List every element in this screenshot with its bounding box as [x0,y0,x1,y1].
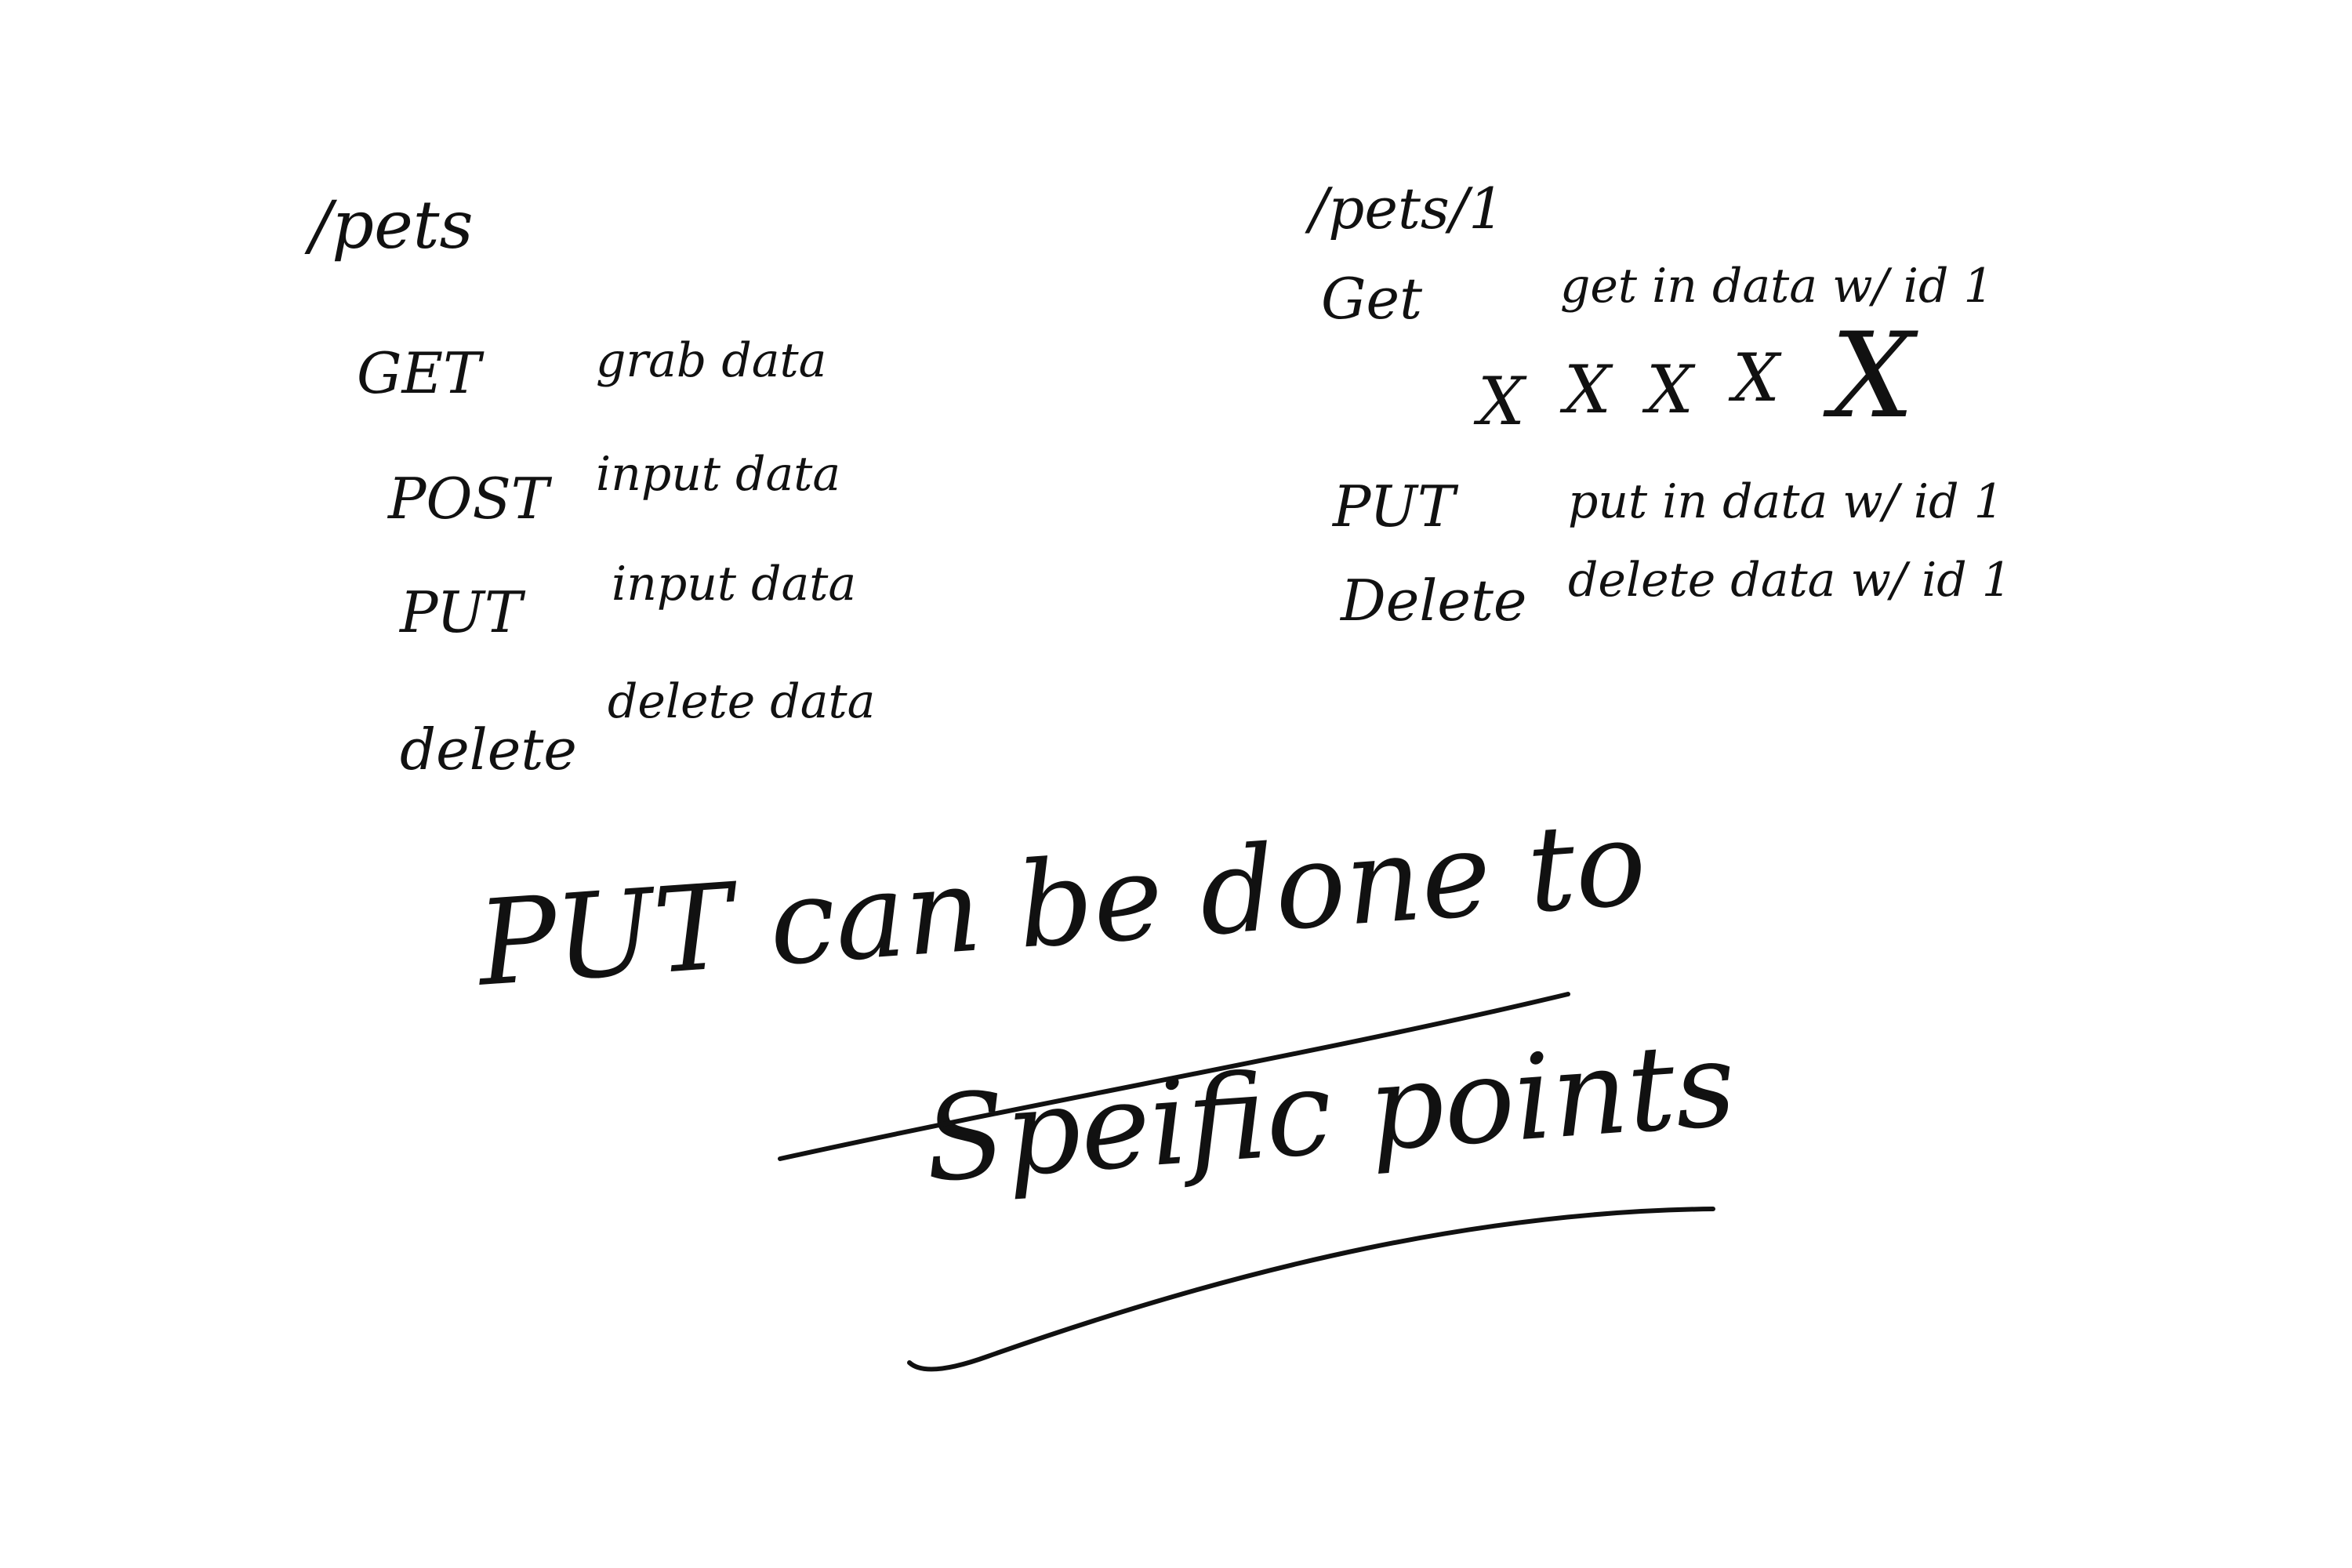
left-endpoint: /pets [310,187,474,263]
strike-mark-3: X [1646,351,1693,428]
left-method-post: POST [388,466,549,532]
right-method-delete: Delete [1341,568,1527,633]
underline-2 [907,1207,1715,1372]
left-action-delete: delete data [608,674,876,729]
right-action-put: put in data w/ id 1 [1568,474,2004,529]
right-action-delete: delete data w/ id 1 [1568,553,2012,608]
right-method-put: PUT [1333,474,1455,539]
strike-mark-5: X [1831,308,1915,445]
left-action-post: input data [596,447,841,502]
left-action-put: input data [612,557,857,612]
strike-mark-2: X [1564,351,1611,428]
right-endpoint: /pets/1 [1309,176,1504,241]
strike-mark-4: X [1733,339,1780,416]
left-method-delete: delete [400,717,577,782]
right-method-get: Get [1321,266,1423,332]
note-line-1: PUT can be done to [473,795,1651,1013]
whiteboard-canvas: /pets GET grab data POST input data PUT … [0,0,2352,1568]
note-line-2: Speific points [920,1015,1740,1209]
left-action-get: grab data [596,333,827,388]
left-method-get: GET [357,340,481,406]
strike-mark-1: X [1478,363,1525,440]
right-action-get: get in data w/ id 1 [1560,259,1994,314]
left-method-put: PUT [400,579,522,645]
